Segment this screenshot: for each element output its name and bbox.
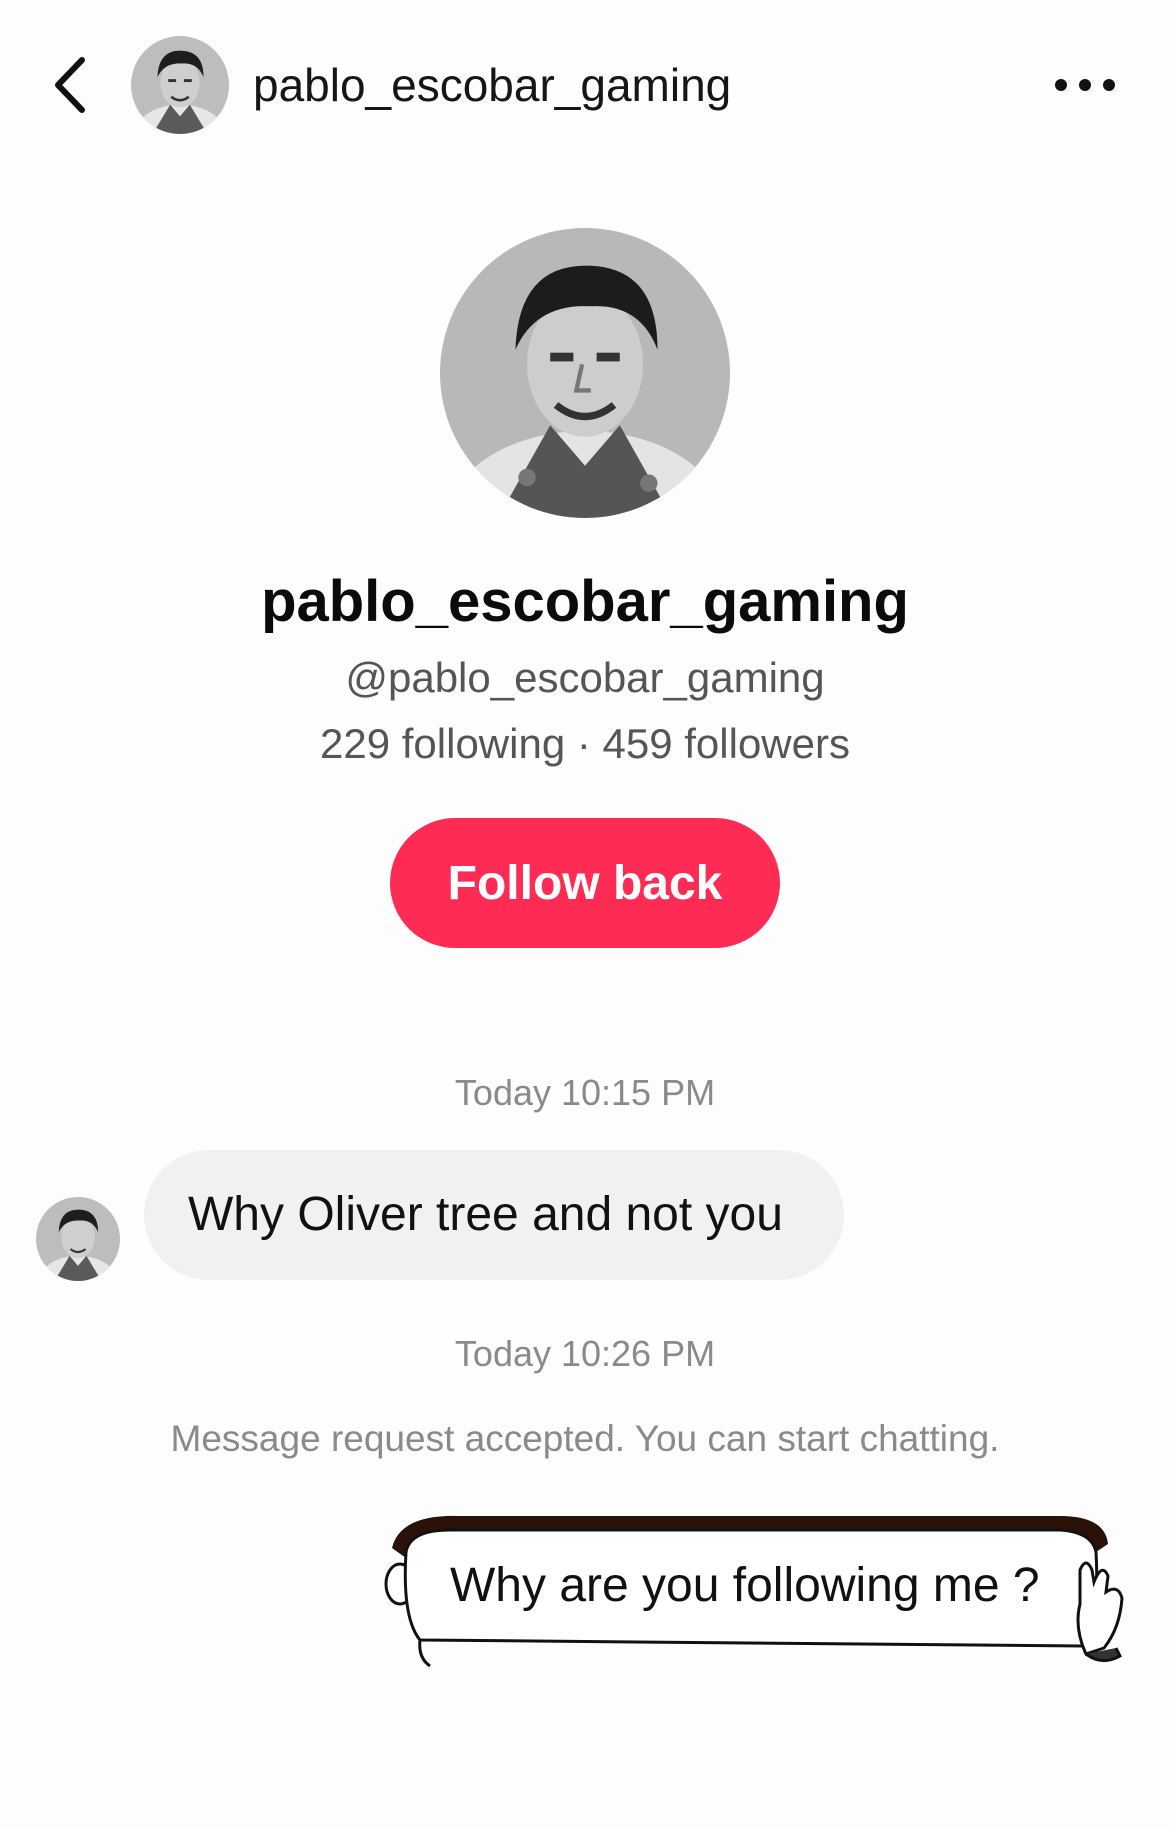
more-options-button[interactable] bbox=[1045, 60, 1125, 110]
sticker-caption: Why are you following me ? bbox=[450, 1559, 1040, 1612]
profile-stats: 229 following · 459 followers bbox=[320, 720, 850, 767]
back-button[interactable] bbox=[40, 50, 110, 120]
avatar-photo bbox=[131, 36, 229, 134]
profile-display-name: pablo_escobar_gaming bbox=[261, 569, 909, 634]
avatar-photo bbox=[440, 228, 730, 518]
follow-back-button[interactable]: Follow back bbox=[390, 818, 780, 948]
system-notice: Message request accepted. You can start … bbox=[170, 1418, 1000, 1459]
outgoing-sticker-message[interactable]: Why are you following me ? bbox=[380, 1508, 1140, 1688]
sender-avatar[interactable] bbox=[36, 1197, 120, 1281]
profile-handle: @pablo_escobar_gaming bbox=[345, 654, 825, 701]
header-username[interactable]: pablo_escobar_gaming bbox=[253, 55, 731, 115]
more-horizontal-icon bbox=[1055, 79, 1115, 91]
chat-header: pablo_escobar_gaming bbox=[0, 0, 1170, 170]
incoming-message-bubble[interactable]: Why Oliver tree and not you bbox=[144, 1150, 844, 1280]
avatar-photo bbox=[36, 1197, 120, 1281]
header-avatar[interactable] bbox=[131, 36, 229, 134]
chevron-left-icon bbox=[55, 57, 85, 113]
profile-avatar[interactable] bbox=[440, 228, 730, 518]
message-timestamp: Today 10:15 PM bbox=[454, 1072, 716, 1113]
message-timestamp: Today 10:26 PM bbox=[454, 1333, 716, 1374]
